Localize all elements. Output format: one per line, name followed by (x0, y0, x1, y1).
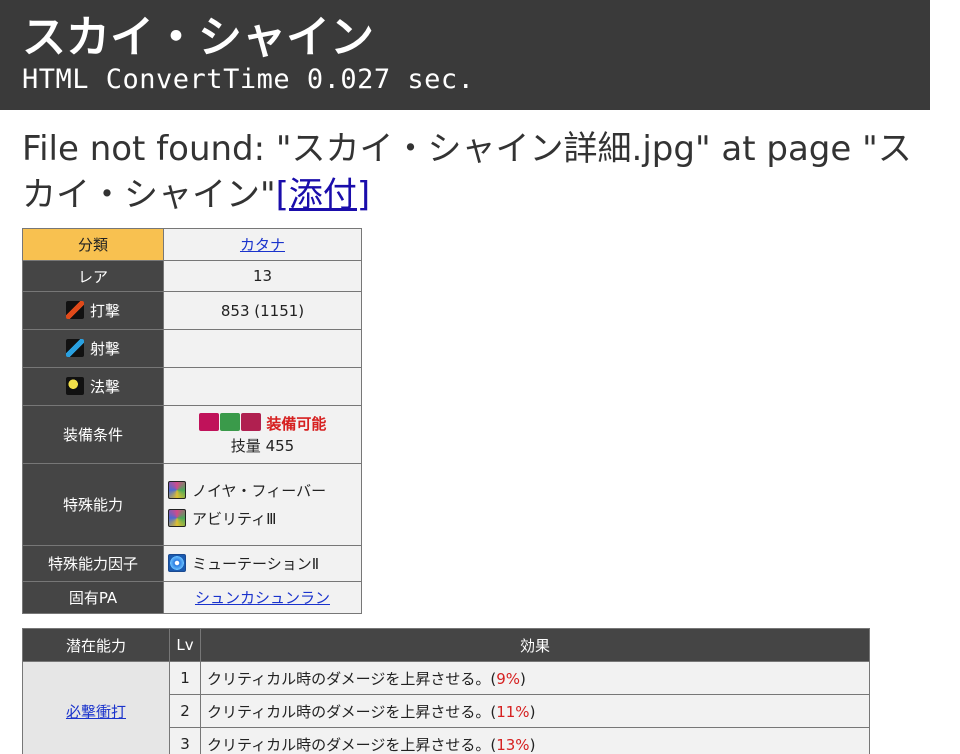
special-ability-icon (168, 480, 186, 499)
shoot-label-cell: 射撃 (22, 329, 164, 368)
effect-percent: 9% (496, 669, 521, 688)
potential-effect: クリティカル時のダメージを上昇させる。(11%) (200, 694, 870, 728)
special-item-1-text: ノイヤ・フィーバー (192, 481, 327, 500)
table-row: 射撃 (22, 329, 362, 368)
file-not-found-text: File not found: "スカイ・シャイン詳細.jpg" at page… (22, 129, 912, 215)
rarity-value: 13 (163, 260, 362, 292)
effect-header: 効果 (200, 628, 870, 662)
weapon-spec-table: 分類 カタナ レア 13 打撃 853 (1151) 射撃 法撃 装備条件 装備… (22, 228, 362, 614)
table-row: 必撃衝打 1 クリティカル時のダメージを上昇させる。(9%) (22, 661, 870, 754)
table-row: 分類 カタナ (22, 228, 362, 261)
table-row: 打撃 853 (1151) (22, 291, 362, 330)
class-icons (198, 413, 262, 435)
potential-name-cell: 必撃衝打 (22, 661, 170, 754)
rarity-label: レア (22, 260, 164, 292)
table-row: 特殊能力因子 ミューテーションⅡ (22, 545, 362, 582)
potential-lv: 1 (169, 661, 201, 695)
potential-effect: クリティカル時のダメージを上昇させる。(9%) (200, 661, 870, 695)
file-not-found-notice: File not found: "スカイ・シャイン詳細.jpg" at page… (22, 126, 922, 218)
special-label: 特殊能力 (22, 463, 164, 546)
table-header-row: 潜在能力 Lv 効果 (22, 628, 870, 662)
special-value: ノイヤ・フィーバー アビリティⅢ (163, 463, 362, 546)
factor-value-cell: ミューテーションⅡ (163, 545, 362, 582)
effect-close: ) (529, 702, 536, 721)
strike-value: 853 (1151) (163, 291, 362, 330)
category-link[interactable]: カタナ (240, 236, 285, 254)
effect-close: ) (520, 669, 526, 688)
effect-text: クリティカル時のダメージを上昇させる。( (207, 702, 497, 721)
table-row: レア 13 (22, 260, 362, 292)
pa-label: 固有PA (22, 581, 164, 614)
potential-lv: 3 (169, 727, 201, 754)
factor-value: ミューテーションⅡ (192, 555, 320, 573)
special-ability-icon (168, 508, 186, 527)
strike-icon (65, 301, 84, 319)
equip-label: 装備条件 (22, 405, 164, 464)
tech-label: 法撃 (89, 378, 120, 396)
effect-percent: 11% (496, 702, 530, 721)
shoot-icon (65, 339, 84, 357)
factor-icon (168, 554, 186, 572)
page: スカイ・シャイン HTML ConvertTime 0.027 sec. Fil… (0, 0, 960, 754)
factor-label: 特殊能力因子 (22, 545, 164, 582)
potential-lv: 2 (169, 694, 201, 728)
potential-effect: クリティカル時のダメージを上昇させる。(13%) (200, 727, 870, 754)
table-row: 装備条件 装備可能 技量 455 (22, 405, 362, 464)
effect-close: ) (529, 735, 536, 754)
class-icon-2 (219, 413, 240, 432)
tech-label-cell: 法撃 (22, 367, 164, 406)
effect-text: クリティカル時のダメージを上昇させる。( (207, 669, 497, 688)
equip-value: 装備可能 技量 455 (163, 405, 362, 464)
table-row: 固有PA シュンカシュンラン (22, 581, 362, 614)
table-row: 特殊能力 ノイヤ・フィーバー アビリティⅢ (22, 463, 362, 546)
table-row: 法撃 (22, 367, 362, 406)
page-title: スカイ・シャイン (22, 12, 374, 63)
potential-table: 潜在能力 Lv 効果 必撃衝打 1 クリティカル時のダメージを上昇させる。(9%… (22, 628, 870, 754)
tech-icon (65, 377, 84, 395)
class-icon-3 (240, 413, 261, 432)
class-icon-1 (198, 413, 219, 432)
pa-link[interactable]: シュンカシュンラン (195, 589, 330, 607)
effect-percent: 13% (496, 735, 530, 754)
special-item-2: アビリティⅢ (168, 507, 357, 531)
convert-time: HTML ConvertTime 0.027 sec. (22, 64, 475, 95)
tech-value (163, 367, 362, 406)
effect-text: クリティカル時のダメージを上昇させる。( (207, 735, 497, 754)
special-item-1: ノイヤ・フィーバー (168, 479, 357, 503)
equip-status: 装備可能 (266, 414, 327, 433)
shoot-value (163, 329, 362, 368)
special-item-2-text: アビリティⅢ (192, 509, 277, 528)
attach-link[interactable]: [添付] (276, 175, 371, 215)
pa-value: シュンカシュンラン (163, 581, 362, 614)
page-header: スカイ・シャイン HTML ConvertTime 0.027 sec. (0, 0, 930, 110)
lv-header: Lv (169, 628, 201, 662)
strike-label-cell: 打撃 (22, 291, 164, 330)
category-value: カタナ (163, 228, 362, 261)
equip-requirement: 技量 455 (230, 437, 295, 456)
category-label: 分類 (22, 228, 164, 261)
potential-name-link[interactable]: 必撃衝打 (66, 703, 126, 721)
strike-label: 打撃 (89, 302, 120, 320)
shoot-label: 射撃 (89, 340, 120, 358)
potential-header: 潜在能力 (22, 628, 170, 662)
equip-status-line: 装備可能 (168, 413, 357, 436)
